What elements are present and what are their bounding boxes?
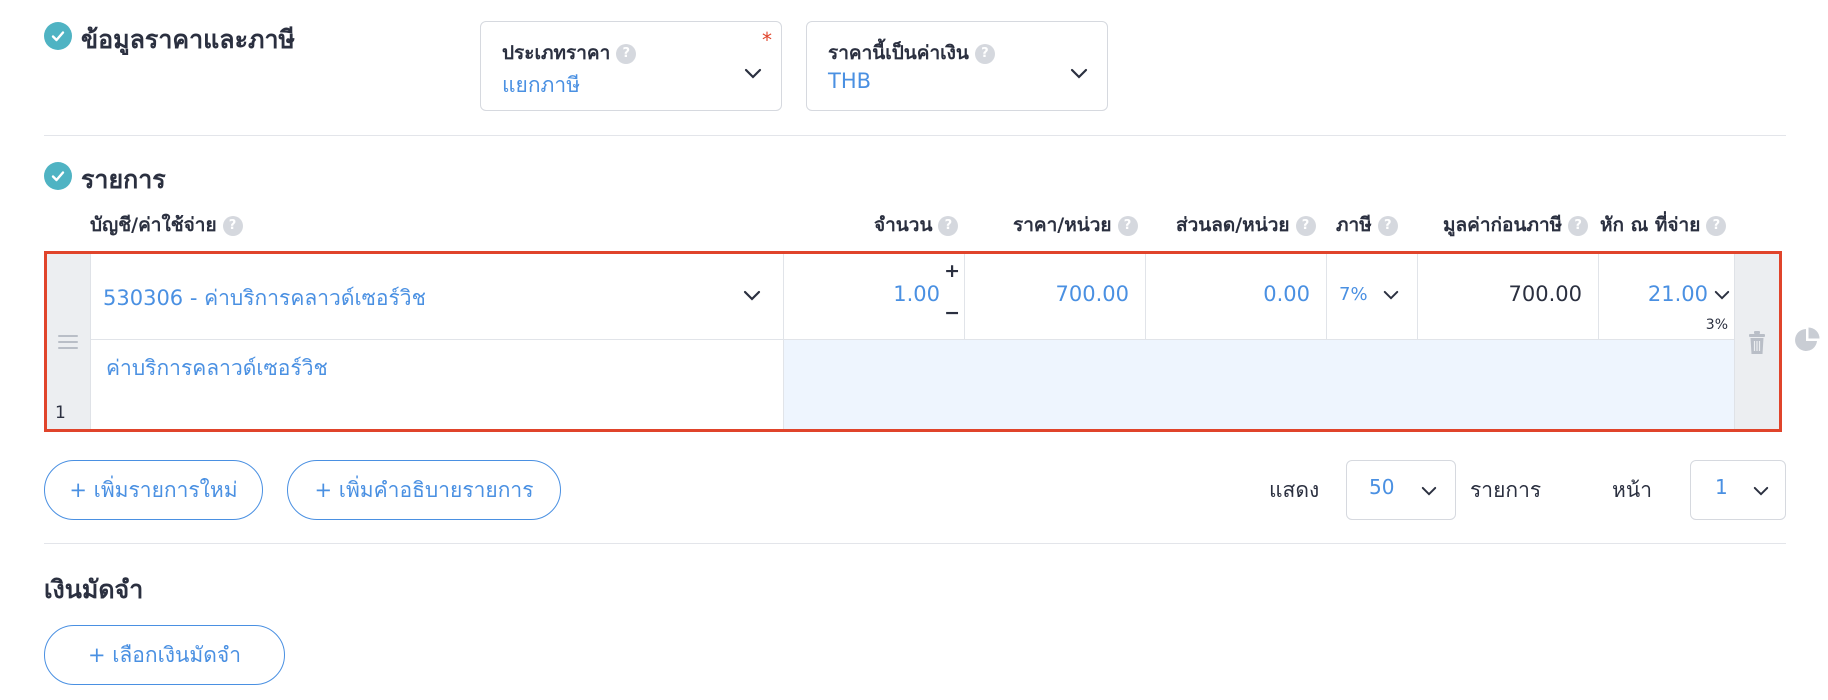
column-header-quantity-text: จำนวน xyxy=(874,214,933,236)
discount-field[interactable]: 0.00 xyxy=(1145,254,1326,340)
per-page-value: 50 xyxy=(1369,475,1395,499)
chevron-down-icon xyxy=(1383,290,1399,300)
column-header-pre-tax-text: มูลค่าก่อนภาษี xyxy=(1443,214,1563,236)
pre-tax-amount: 700.00 xyxy=(1417,254,1598,340)
currency-label-text: ราคานี้เป็นค่าเงิน xyxy=(828,42,969,64)
drag-handle-icon[interactable] xyxy=(58,334,78,350)
column-header-tax: ภาษี? xyxy=(1336,210,1398,240)
section-title-items: รายการ xyxy=(81,165,166,194)
withholding-rate: 3% xyxy=(1705,317,1728,333)
per-page-select[interactable]: 50 xyxy=(1346,460,1456,520)
items-label: รายการ xyxy=(1470,478,1542,502)
account-select[interactable]: 530306 - ค่าบริการคลาวด์เซอร์วิช xyxy=(91,254,783,340)
check-icon xyxy=(44,162,72,190)
column-header-tax-text: ภาษี xyxy=(1336,214,1372,236)
required-mark: * xyxy=(762,28,772,52)
chevron-down-icon xyxy=(1753,486,1769,496)
help-icon[interactable]: ? xyxy=(222,215,243,236)
chevron-down-icon xyxy=(744,68,762,79)
help-icon[interactable]: ? xyxy=(1568,215,1589,236)
discount-value: 0.00 xyxy=(1263,282,1310,306)
check-icon xyxy=(44,22,72,50)
currency-value: THB xyxy=(828,69,872,93)
quantity-value: 1.00 xyxy=(893,282,940,306)
price-type-select[interactable]: ประเภทราคา? * แยกภาษี xyxy=(480,21,782,111)
row-actions-column xyxy=(1734,254,1779,429)
help-icon[interactable]: ? xyxy=(938,215,959,236)
section-divider xyxy=(44,135,1786,136)
row-handle-column: 1 xyxy=(47,254,91,429)
column-header-unit-price: ราคา/หน่วย? xyxy=(1013,210,1138,240)
tax-select[interactable]: 7% xyxy=(1326,254,1417,340)
column-header-withholding: หัก ณ ที่จ่าย? xyxy=(1600,210,1727,240)
currency-select[interactable]: ราคานี้เป็นค่าเงิน? THB xyxy=(806,21,1108,111)
account-value: 530306 - ค่าบริการคลาวด์เซอร์วิช xyxy=(103,286,426,310)
withholding-select[interactable]: 21.00 3% xyxy=(1598,254,1734,340)
add-description-button[interactable]: + เพิ่มคำอธิบายรายการ xyxy=(287,460,561,520)
column-header-account-text: บัญชี/ค่าใช้จ่าย xyxy=(90,214,217,236)
section-title-price-tax: ข้อมูลราคาและภาษี xyxy=(81,25,295,54)
chevron-down-icon xyxy=(1070,68,1088,79)
page-select[interactable]: 1 xyxy=(1690,460,1786,520)
add-item-button[interactable]: + เพิ่มรายการใหม่ xyxy=(44,460,263,520)
help-icon[interactable]: ? xyxy=(1706,215,1727,236)
tax-value: 7% xyxy=(1339,284,1368,305)
decrement-button[interactable]: − xyxy=(944,302,960,324)
section-divider xyxy=(44,543,1786,544)
select-deposit-button[interactable]: + เลือกเงินมัดจำ xyxy=(44,625,285,685)
withholding-value: 21.00 xyxy=(1647,282,1708,306)
currency-label: ราคานี้เป็นค่าเงิน? xyxy=(828,38,995,68)
price-type-label: ประเภทราคา? xyxy=(502,38,637,68)
chevron-down-icon xyxy=(1421,486,1437,496)
column-header-discount: ส่วนลด/หน่วย? xyxy=(1176,210,1316,240)
trash-icon[interactable] xyxy=(1747,331,1767,355)
column-header-quantity: จำนวน? xyxy=(874,210,959,240)
price-type-value: แยกภาษี xyxy=(502,73,581,97)
price-type-label-text: ประเภทราคา xyxy=(502,42,611,64)
page-label: หน้า xyxy=(1612,478,1652,502)
pre-tax-value: 700.00 xyxy=(1508,282,1582,306)
page-value: 1 xyxy=(1715,475,1728,499)
unit-price-field[interactable]: 700.00 xyxy=(964,254,1145,340)
row-number: 1 xyxy=(55,403,66,423)
chevron-down-icon xyxy=(1714,290,1730,300)
description-value: ค่าบริการคลาวด์เซอร์วิช xyxy=(106,356,328,380)
pie-chart-icon[interactable] xyxy=(1794,327,1820,353)
column-header-account: บัญชี/ค่าใช้จ่าย? xyxy=(90,210,243,240)
column-header-discount-text: ส่วนลด/หน่วย xyxy=(1176,214,1290,236)
item-row: 1 530306 - ค่าบริการคลาวด์เซอร์วิช 1.00 … xyxy=(44,251,1782,432)
show-label: แสดง xyxy=(1269,478,1320,502)
quantity-stepper[interactable]: 1.00 + − xyxy=(783,254,964,340)
description-field[interactable]: ค่าบริการคลาวด์เซอร์วิช xyxy=(91,340,783,429)
column-header-withholding-text: หัก ณ ที่จ่าย xyxy=(1600,214,1701,236)
help-icon[interactable]: ? xyxy=(1377,215,1398,236)
section-title-deposit: เงินมัดจำ xyxy=(44,575,144,604)
help-icon[interactable]: ? xyxy=(1117,215,1138,236)
column-header-pre-tax: มูลค่าก่อนภาษี? xyxy=(1443,210,1589,240)
increment-button[interactable]: + xyxy=(944,260,960,282)
help-icon[interactable]: ? xyxy=(1295,215,1316,236)
unit-price-value: 700.00 xyxy=(1055,282,1129,306)
help-icon[interactable]: ? xyxy=(616,43,637,64)
description-fill-area xyxy=(783,340,1734,429)
help-icon[interactable]: ? xyxy=(974,43,995,64)
column-header-unit-price-text: ราคา/หน่วย xyxy=(1013,214,1112,236)
chevron-down-icon xyxy=(743,290,761,301)
